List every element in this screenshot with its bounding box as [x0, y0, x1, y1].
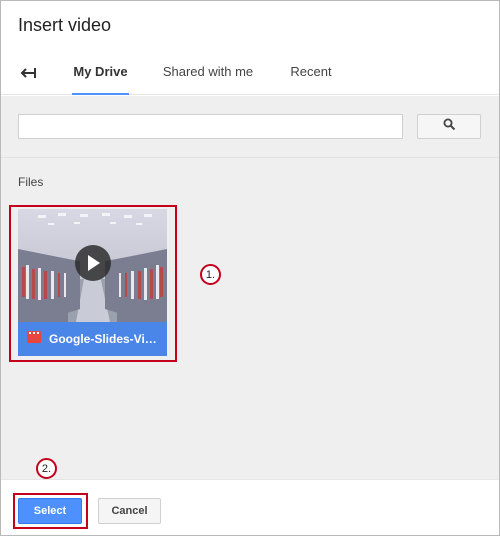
step-1-badge: 1.	[200, 264, 221, 285]
tab-shared-with-me[interactable]: Shared with me	[161, 53, 255, 95]
tab-recent[interactable]: Recent	[288, 53, 334, 95]
files-section-label: Files	[18, 175, 44, 189]
dialog-title: Insert video	[18, 15, 112, 35]
tab-my-drive[interactable]: My Drive	[72, 53, 129, 95]
file-name: Google-Slides-Vide...	[49, 332, 161, 346]
video-file-card[interactable]: Google-Slides-Vide...	[18, 209, 167, 356]
video-file-icon	[27, 330, 41, 348]
file-browser-area: Files Google-Slides-Vide... 1. 2.	[1, 96, 499, 479]
play-icon[interactable]	[75, 245, 111, 281]
insert-video-dialog: Insert video My Drive Shared with me Rec…	[0, 0, 500, 536]
search-input[interactable]	[18, 114, 403, 139]
dialog-footer: Select Cancel	[1, 479, 499, 535]
search-icon	[443, 118, 456, 136]
tab-bar: My Drive Shared with me Recent	[1, 53, 499, 95]
divider	[1, 157, 499, 158]
file-name-bar: Google-Slides-Vide...	[18, 322, 167, 356]
search-button[interactable]	[417, 114, 481, 139]
back-arrow-icon[interactable]	[19, 63, 39, 83]
cancel-button[interactable]: Cancel	[98, 498, 161, 524]
step-2-badge: 2.	[36, 458, 57, 479]
select-button[interactable]: Select	[18, 498, 82, 524]
